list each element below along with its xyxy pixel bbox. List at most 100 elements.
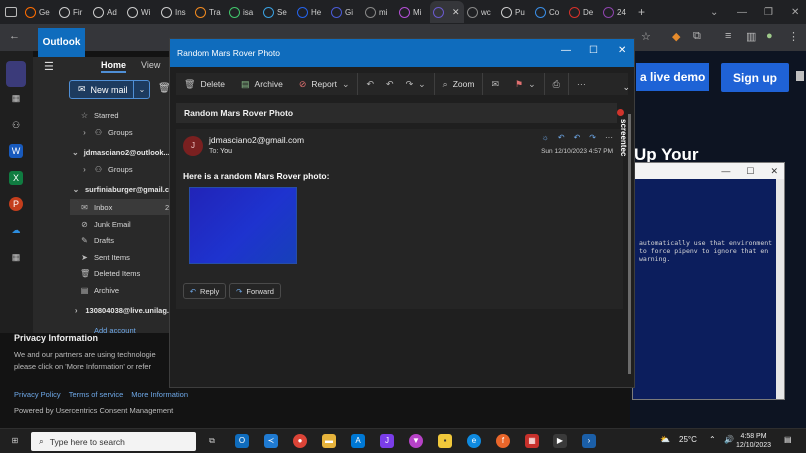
browser-tab[interactable]: Ad: [90, 1, 124, 23]
more-apps-icon[interactable]: ▦: [9, 250, 23, 264]
forward-icon[interactable]: ↷: [589, 133, 596, 142]
browser-tab[interactable]: Mi: [396, 1, 430, 23]
people-icon[interactable]: ⚇: [9, 118, 23, 132]
reading-list-icon[interactable]: ≡: [725, 30, 731, 42]
excel-icon[interactable]: X: [9, 171, 23, 185]
browser-more-icon[interactable]: ⋮: [788, 30, 799, 43]
flag-button[interactable]: ⚑ ⌄: [507, 73, 545, 95]
browser-menu-icon[interactable]: [0, 1, 22, 23]
folder-item[interactable]: ✎ Drafts: [70, 232, 169, 248]
taskbar-search[interactable]: ⌕ Type here to search: [31, 432, 196, 451]
more-options-button[interactable]: ···: [569, 73, 594, 95]
temperature-text[interactable]: 25°C: [679, 435, 697, 444]
task-view-icon[interactable]: ⧉: [205, 434, 219, 448]
terminal-window[interactable]: — ☐ ✕ automatically use that environment…: [632, 162, 785, 400]
delete-button[interactable]: 🗑 Delete: [176, 73, 233, 95]
terms-link[interactable]: Terms of service: [69, 390, 124, 399]
folder-item[interactable]: ☆ Starred: [70, 107, 169, 123]
browser-tab[interactable]: 24: [600, 1, 634, 23]
zoom-button[interactable]: ⌕ Zoom: [435, 73, 484, 95]
folder-item[interactable]: ⊘ Junk Email: [70, 216, 169, 232]
browser-down-icon[interactable]: ⌄: [710, 0, 718, 24]
live-demo-button[interactable]: a live demo: [636, 63, 709, 91]
reply-all-icon[interactable]: ↶: [574, 133, 581, 142]
volume-icon[interactable]: 🔊: [724, 435, 734, 444]
windows-start-icon[interactable]: ⊞: [8, 434, 22, 448]
bookmark-star-icon[interactable]: ☆: [641, 30, 651, 43]
browser-tab[interactable]: ✕: [430, 1, 464, 23]
hamburger-menu-icon[interactable]: ☰: [44, 60, 54, 73]
brave-icon[interactable]: ▼: [409, 434, 423, 448]
sender-address[interactable]: jdmasciano2@gmail.com: [209, 135, 304, 145]
folder-item[interactable]: ➤ Sent Items: [70, 249, 169, 265]
browser-tab[interactable]: Tra: [192, 1, 226, 23]
browser-maximize-icon[interactable]: ❐: [764, 0, 773, 24]
tray-chevron-icon[interactable]: ⌃: [709, 435, 716, 444]
browser-tab[interactable]: wc: [464, 1, 498, 23]
reply-button[interactable]: ↶ Reply: [183, 283, 226, 299]
video-editor-icon[interactable]: ▶: [553, 434, 567, 448]
notifications-icon[interactable]: ▤: [784, 435, 792, 444]
browser-tab[interactable]: Gi: [328, 1, 362, 23]
popup-scrollbar[interactable]: [628, 114, 631, 374]
new-tab-button[interactable]: +: [638, 5, 645, 19]
clock[interactable]: 4:58 PM 12/10/2023: [736, 432, 771, 450]
sticky-notes-icon[interactable]: ▪: [438, 434, 452, 448]
print-button[interactable]: ⎙: [545, 73, 569, 95]
popup-maximize-icon[interactable]: ☐: [589, 45, 598, 56]
archive-button[interactable]: ▤ Archive: [233, 73, 291, 95]
to-value[interactable]: You: [220, 148, 232, 155]
browser-tab[interactable]: De: [566, 1, 600, 23]
profile-icon[interactable]: ●: [766, 30, 773, 42]
extension-icon[interactable]: ◆: [672, 30, 680, 43]
weather-icon[interactable]: ⛅: [660, 435, 670, 444]
extensions-puzzle-icon[interactable]: ⧉: [693, 30, 701, 43]
account-header[interactable]: ⌄ jdmasciano2@outlook...: [70, 144, 169, 160]
popup-close-icon[interactable]: ✕: [618, 45, 626, 56]
browser-tab[interactable]: Pu: [498, 1, 532, 23]
reply-toolbar-button[interactable]: ↶: [358, 73, 382, 95]
firefox-icon[interactable]: f: [496, 434, 510, 448]
folder-item[interactable]: › ⚇ Groups: [70, 124, 169, 140]
avatar[interactable]: J: [183, 136, 203, 156]
more-icon[interactable]: ···: [605, 133, 613, 142]
chrome-icon[interactable]: ●: [293, 434, 307, 448]
account-header[interactable]: ⌄ surfiniaburger@gmail.c: [70, 181, 169, 197]
folder-item[interactable]: ✉ Inbox: [70, 199, 169, 215]
terminal-maximize-icon[interactable]: ☐: [746, 166, 754, 177]
report-button[interactable]: ⊘ Report ⌄: [291, 73, 359, 95]
forward-toolbar-button[interactable]: ↷ ⌄: [398, 73, 435, 95]
browser-tab[interactable]: mi: [362, 1, 396, 23]
terminal-scrollbar[interactable]: [776, 179, 784, 399]
browser-tab[interactable]: Co: [532, 1, 566, 23]
popup-minimize-icon[interactable]: —: [561, 45, 571, 56]
file-explorer-icon[interactable]: ▬: [322, 434, 336, 448]
app-grid-icon[interactable]: ▦: [525, 434, 539, 448]
browser-minimize-icon[interactable]: —: [737, 0, 747, 24]
outlook-brand[interactable]: Outlook: [38, 28, 85, 57]
privacy-policy-link[interactable]: Privacy Policy: [14, 390, 61, 399]
browser-tab[interactable]: isa: [226, 1, 260, 23]
side-recorder-label[interactable]: screentec: [614, 119, 628, 189]
browser-tab[interactable]: Ge: [22, 1, 56, 23]
terminal-taskbar-icon[interactable]: ›: [582, 434, 596, 448]
browser-tab[interactable]: Se: [260, 1, 294, 23]
word-icon[interactable]: W: [9, 144, 23, 158]
jetbrains-icon[interactable]: J: [380, 434, 394, 448]
app-store-icon[interactable]: A: [351, 434, 365, 448]
vscode-icon[interactable]: ≺: [264, 434, 278, 448]
browser-tab[interactable]: Wi: [124, 1, 158, 23]
browser-tab[interactable]: Ins: [158, 1, 192, 23]
mark-read-button[interactable]: ✉: [483, 73, 507, 95]
account-header[interactable]: › 130804038@live.unilag.: [70, 302, 169, 318]
reply-icon[interactable]: ↶: [558, 133, 565, 142]
more-information-link[interactable]: More Information: [131, 390, 188, 399]
edge-icon[interactable]: e: [467, 434, 481, 448]
back-icon[interactable]: ←: [9, 30, 20, 42]
new-mail-dropdown-icon[interactable]: ⌄: [133, 80, 150, 99]
mars-rover-photo[interactable]: [189, 187, 297, 264]
folder-item[interactable]: › ⚇ Groups: [70, 161, 169, 177]
calendar-icon[interactable]: ▦: [9, 91, 23, 105]
mail-icon[interactable]: [9, 64, 23, 78]
onedrive-icon[interactable]: ☁: [9, 223, 23, 237]
